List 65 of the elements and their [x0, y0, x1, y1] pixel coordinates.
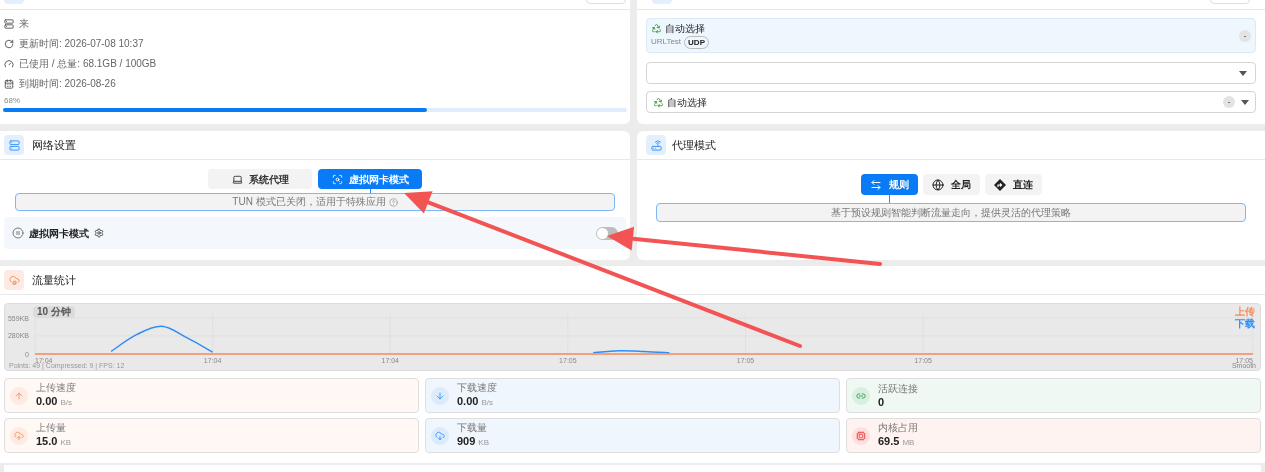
stat-label: 下载速度	[457, 382, 497, 394]
delay-badge: -	[1239, 29, 1251, 42]
usage-percent: 68%	[3, 96, 21, 105]
refresh-icon	[4, 39, 14, 49]
swap-icon	[869, 178, 882, 191]
cloud-download-icon	[435, 430, 445, 441]
mode-tab[interactable]: 虚拟网卡模式	[318, 169, 422, 189]
proxy-type: URLTest	[651, 36, 682, 48]
node-select[interactable]: 自动选择 -	[646, 91, 1256, 113]
gauge-icon	[4, 59, 14, 69]
caret-icon	[1241, 99, 1249, 105]
diamond-arrow-icon	[993, 178, 1006, 191]
help-icon	[388, 197, 398, 207]
proxy-mode-button[interactable]: 规则	[860, 174, 918, 195]
cloud-upload-icon	[14, 430, 24, 441]
recycle-icon	[653, 96, 664, 108]
legend-label: 下载	[1235, 318, 1255, 330]
stat-unit: KB	[478, 437, 490, 449]
stat-unit: KB	[60, 437, 72, 449]
stat-value: 0.00	[457, 394, 479, 408]
card-title: 代理模式	[672, 137, 716, 153]
chip-icon	[856, 430, 866, 441]
caret-icon	[1239, 70, 1247, 76]
info-text: 已使用 / 总量: 68.1GB / 100GB	[19, 58, 157, 70]
toggle-label: 虚拟网卡模式	[29, 226, 89, 241]
arrow-up-icon	[14, 390, 24, 401]
globe-icon	[931, 178, 944, 191]
stat-label: 上传量	[36, 422, 67, 434]
proxy-mode-button[interactable]: 直连	[984, 174, 1042, 195]
calendar-icon	[4, 79, 14, 89]
hint-text: 基于预设规则智能判断流量走向，提供灵活的代理策略	[831, 206, 1071, 219]
delay-badge: -	[1223, 96, 1235, 108]
card-title: 网络设置	[32, 137, 76, 153]
link-icon	[856, 390, 866, 401]
proxy-mode-button[interactable]: 全局	[922, 174, 980, 195]
settings-icon	[94, 228, 104, 238]
proxy-name: 自动选择	[665, 22, 705, 35]
mode-tab[interactable]: 系统代理	[208, 169, 312, 189]
card-title: 流量统计	[32, 272, 76, 288]
info-text: 到期时间: 2026-08-26	[19, 78, 116, 90]
arrow-down-icon	[435, 390, 445, 401]
stat-unit: B/s	[481, 397, 493, 409]
server-icon	[4, 19, 14, 29]
recycle-icon	[651, 23, 662, 34]
pause-icon	[12, 227, 24, 239]
legend-label: 上传	[1235, 306, 1255, 318]
stat-label: 上传速度	[36, 382, 76, 394]
stat-value: 69.5	[878, 434, 900, 448]
info-text: 来	[19, 18, 29, 30]
current-proxy-item[interactable]: 自动选择 URLTest UDP -	[646, 18, 1256, 53]
stat-value: 15.0	[36, 434, 58, 448]
scan-search-icon	[331, 173, 343, 185]
stat-label: 内核占用	[878, 422, 918, 434]
stat-label: 活跃连接	[878, 382, 918, 395]
stat-label: 下载量	[457, 422, 488, 434]
range-badge[interactable]: 10 分钟	[33, 306, 75, 318]
stat-value: 0.00	[36, 394, 58, 408]
stat-value: 0	[878, 394, 885, 409]
stat-value: 909	[457, 434, 476, 448]
hint-text: TUN 模式已关闭，适用于特殊应用	[232, 196, 386, 208]
node-value: 自动选择	[667, 95, 707, 110]
info-text: 更新时间: 2026-07-08 10:37	[19, 38, 144, 50]
stat-unit: MB	[902, 437, 915, 449]
laptop-icon	[231, 173, 243, 185]
stat-unit: B/s	[60, 397, 72, 409]
